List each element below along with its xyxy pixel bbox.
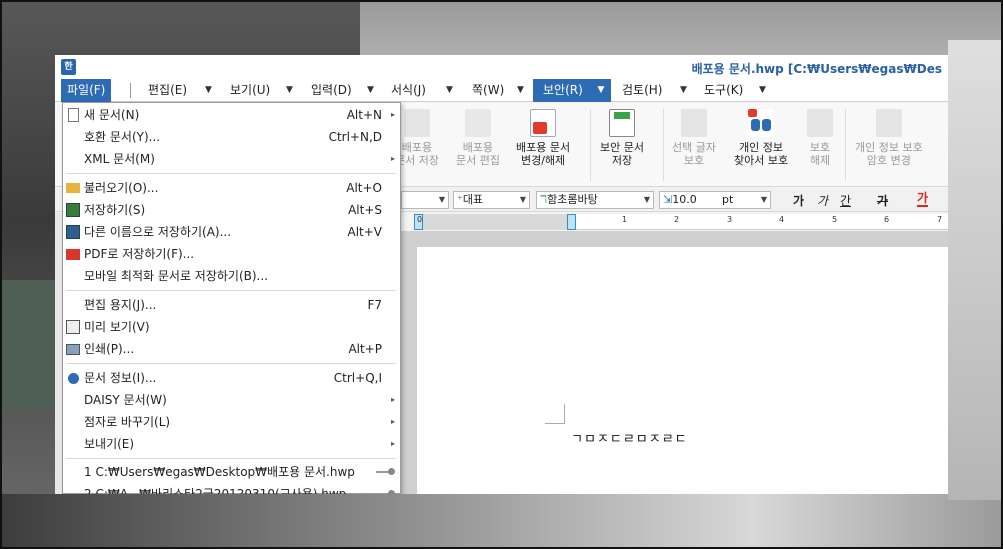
menu-format[interactable]: 서식(J)	[391, 79, 426, 102]
font-color-button[interactable]: 가	[917, 192, 929, 207]
menu-edit[interactable]: 편집(E)	[148, 79, 187, 102]
lock-icon	[875, 109, 902, 137]
new-doc-icon	[68, 108, 79, 122]
chevron-down-icon[interactable]: ▼	[759, 79, 766, 102]
window-title: 배포용 문서.hwp [C:₩Users₩egas₩Des	[691, 62, 942, 76]
chevron-down-icon[interactable]: ▼	[286, 79, 293, 102]
protect-text-icon	[680, 109, 707, 137]
menu-item-save[interactable]: 저장하기(S) Alt+S	[63, 199, 400, 221]
pdf-icon	[66, 249, 80, 260]
distribution-change-button[interactable]: 배포용 문서 변경/해제	[516, 109, 570, 167]
save-icon	[66, 203, 80, 217]
menu-item-print[interactable]: 인쇄(P)... Alt+P	[63, 338, 400, 360]
edit-icon	[464, 109, 491, 137]
strike-button[interactable]: 가	[877, 192, 888, 209]
menu-file[interactable]: 파일(F)	[61, 79, 112, 102]
chevron-down-icon[interactable]: ▼	[517, 79, 524, 102]
menu-item-save-as[interactable]: 다른 이름으로 저장하기(A)... Alt+V	[63, 221, 400, 243]
privacy-password-button[interactable]: 개인 정보 보호 암호 변경	[855, 109, 923, 167]
submenu-arrow-icon: ▸	[390, 154, 395, 163]
menu-item-daisy[interactable]: DAISY 문서(W) ▸	[63, 389, 400, 411]
save-icon	[403, 109, 430, 137]
protect-selection-button[interactable]: 선택 글자 보호	[672, 109, 716, 167]
pin-icon[interactable]	[376, 468, 395, 475]
menu-item-save-pdf[interactable]: PDF로 저장하기(F)...	[63, 243, 400, 265]
recent-file-item[interactable]: 1 C:₩Users₩egas₩Desktop₩배포용 문서.hwp	[63, 461, 400, 483]
save-as-icon	[66, 225, 80, 239]
menu-item-xml[interactable]: XML 문서(M) ▸	[63, 148, 400, 170]
menu-item-save-mobile[interactable]: 모바일 최적화 문서로 저장하기(B)...	[63, 265, 400, 287]
pin-icon[interactable]	[376, 490, 395, 494]
recent-file-item[interactable]: 2 C:₩A...₩바리스타2급20120310(교사용).hwp	[63, 483, 400, 494]
menu-view[interactable]: 보기(U)	[230, 79, 270, 102]
secure-doc-save-button[interactable]: 보안 문서 저장	[600, 109, 644, 167]
unlock-icon	[530, 109, 557, 137]
menu-item-send[interactable]: 보내기(E) ▸	[63, 433, 400, 455]
protect-release-button[interactable]: 보호 해제	[807, 109, 833, 167]
chevron-down-icon[interactable]: ▼	[591, 79, 611, 102]
submenu-arrow-icon: ▸	[390, 395, 395, 404]
font-size-combo[interactable]: ⇲10.0 pt ▼	[659, 191, 771, 209]
size-icon: ⇲	[663, 193, 673, 206]
distribution-edit-button[interactable]: 배포용 문서 편집	[456, 109, 500, 167]
title-bar: 한 배포용 문서.hwp [C:₩Users₩egas₩Des	[55, 55, 948, 79]
info-icon	[68, 373, 79, 384]
language-combo[interactable]: ▼	[401, 191, 449, 209]
submenu-arrow-icon: ▸	[390, 110, 395, 119]
secure-save-icon	[608, 109, 635, 137]
menu-security[interactable]: 보안(R)	[533, 79, 593, 102]
right-indent-marker[interactable]	[567, 214, 576, 230]
hwp-window: 한 배포용 문서.hwp [C:₩Users₩egas₩Des 파일(F) 편집…	[55, 55, 948, 494]
underline-button[interactable]: 간	[840, 192, 851, 209]
menu-item-page-setup[interactable]: 편집 용지(J)... F7	[63, 294, 400, 316]
distribution-save-button[interactable]: 배포용 문서 저장	[395, 109, 439, 167]
menu-tools[interactable]: 도구(K)	[704, 79, 743, 102]
submenu-arrow-icon: ▸	[390, 417, 395, 426]
menu-item-open[interactable]: 불러오기(O)... Alt+O	[63, 177, 400, 199]
chevron-down-icon[interactable]: ▼	[367, 79, 374, 102]
bold-button[interactable]: 가	[793, 192, 804, 209]
menu-item-compat[interactable]: 호환 문서(Y)... Ctrl+N,D	[63, 126, 400, 148]
italic-button[interactable]: 가	[817, 192, 828, 209]
menu-insert[interactable]: 입력(D)	[311, 79, 352, 102]
horizontal-ruler[interactable]: 0 1 2 3 4 5 6 7	[414, 214, 948, 230]
menu-item-preview[interactable]: 미리 보기(V)	[63, 316, 400, 338]
chevron-down-icon[interactable]: ▼	[680, 79, 687, 102]
menu-review[interactable]: 검토(H)	[622, 79, 662, 102]
print-icon	[66, 344, 80, 355]
chevron-down-icon[interactable]: ▼	[205, 79, 212, 102]
open-folder-icon	[66, 183, 80, 193]
menu-bar: 파일(F) 편집(E) ▼ 보기(U) ▼ 입력(D) ▼ 서식(J) ▼ 쪽(…	[55, 79, 948, 102]
chevron-down-icon[interactable]: ▼	[446, 79, 453, 102]
document-text[interactable]: ㄱㅁㅈㄷㄹㅁㅈㄹㄷ	[571, 428, 688, 447]
submenu-arrow-icon: ▸	[390, 439, 395, 448]
margin-corner-mark	[545, 404, 565, 424]
document-page[interactable]: ㄱㅁㅈㄷㄹㅁㅈㄹㄷ	[417, 247, 948, 494]
font-combo[interactable]: ℸ함초롬바탕 ▼	[536, 191, 654, 209]
file-menu-dropdown: 새 문서(N) Alt+N ▸ 호환 문서(Y)... Ctrl+N,D XML…	[62, 102, 401, 494]
menu-item-new[interactable]: 새 문서(N) Alt+N ▸	[63, 104, 400, 126]
menu-item-braille[interactable]: 점자로 바꾸기(L) ▸	[63, 411, 400, 433]
preview-icon	[66, 320, 80, 334]
menu-page[interactable]: 쪽(W)	[472, 79, 504, 102]
style-combo[interactable]: ⁺대표 ▼	[453, 191, 530, 209]
find-personal-info-button[interactable]: 개인 정보 찾아서 보호	[734, 109, 788, 167]
menu-item-doc-info[interactable]: 문서 정보(I)... Ctrl+Q,I	[63, 367, 400, 389]
binoculars-icon	[748, 109, 775, 137]
document-canvas: ㄱㅁㅈㄷㄹㅁㅈㄹㄷ	[401, 231, 948, 494]
unprotect-icon	[807, 109, 833, 137]
